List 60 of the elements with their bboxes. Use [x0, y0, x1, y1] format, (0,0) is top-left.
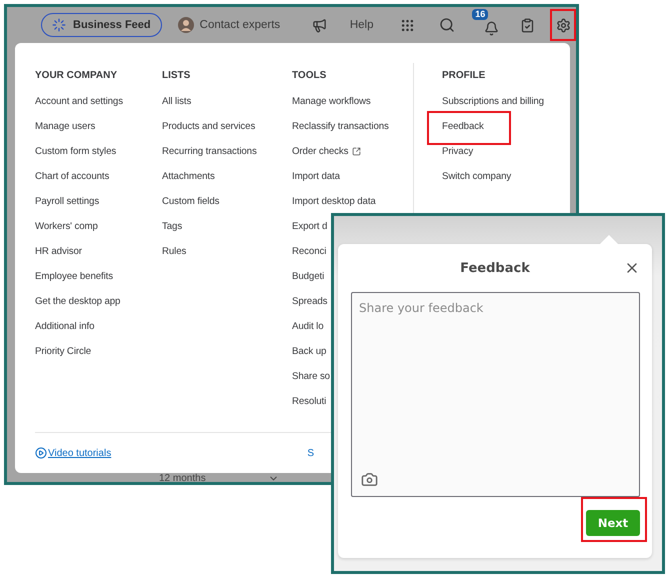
menu-item[interactable]: Spreads: [292, 289, 328, 314]
bell-icon: [484, 20, 499, 36]
menu-item[interactable]: Workers' comp: [35, 214, 98, 239]
menu-item[interactable]: Chart of accounts: [35, 164, 110, 189]
settings-icon: [556, 18, 571, 32]
footer-link[interactable]: S: [307, 448, 314, 458]
period-dropdown[interactable]: 12 months: [159, 473, 206, 484]
menu-item[interactable]: Products and services: [162, 114, 256, 139]
menu-item[interactable]: Resoluti: [292, 389, 326, 414]
notifications-button[interactable]: 16: [474, 10, 500, 40]
menu-item[interactable]: Get the desktop app: [35, 289, 120, 314]
menu-item[interactable]: Import data: [292, 164, 340, 189]
apps-grid-icon: [400, 18, 415, 32]
menu-item[interactable]: Recurring transactions: [162, 139, 257, 164]
search-icon: [439, 17, 456, 33]
contact-experts-button[interactable]: Contact experts: [176, 15, 282, 35]
menu-heading: LISTS: [162, 69, 192, 83]
starburst-icon: [52, 18, 66, 32]
menu-item[interactable]: Manage workflows: [292, 89, 371, 114]
menu-item[interactable]: Switch company: [442, 164, 512, 189]
menu-heading: TOOLS: [292, 69, 328, 83]
menu-item[interactable]: Order checks: [292, 139, 362, 164]
menu-item[interactable]: Export d: [292, 214, 328, 239]
business-feed-button[interactable]: Business Feed: [41, 13, 162, 37]
menu-item[interactable]: Additional info: [35, 314, 94, 339]
menu-item[interactable]: Priority Circle: [35, 339, 92, 364]
menu-item[interactable]: HR advisor: [35, 239, 82, 264]
dialog-title: Feedback: [460, 260, 530, 276]
menu-item[interactable]: Custom fields: [162, 189, 220, 214]
menu-heading: PROFILE: [442, 69, 486, 83]
menu-item[interactable]: Attachments: [162, 164, 215, 189]
menu-item[interactable]: Budgeti: [292, 264, 324, 289]
menu-item[interactable]: Manage users: [35, 114, 96, 139]
help-button[interactable]: Help: [346, 10, 372, 40]
menu-item[interactable]: Rules: [162, 239, 186, 264]
menu-item[interactable]: Reconci: [292, 239, 326, 264]
menu-item[interactable]: Reclassify transactions: [292, 114, 389, 139]
menu-item[interactable]: Payroll settings: [35, 189, 100, 214]
play-icon: [35, 447, 47, 459]
menu-item[interactable]: Audit lo: [292, 314, 324, 339]
notification-count: 16: [472, 9, 488, 20]
feedback-field[interactable]: Share your feedback: [351, 292, 640, 497]
menu-heading: YOUR COMPANY: [35, 69, 118, 83]
menu-item[interactable]: Tags: [162, 214, 182, 239]
menu-item[interactable]: Back up: [292, 339, 326, 364]
megaphone-icon: [312, 18, 327, 32]
menu-item[interactable]: Employee benefits: [35, 264, 113, 289]
menu-item[interactable]: Import desktop data: [292, 189, 376, 214]
menu-item[interactable]: Share so: [292, 364, 330, 389]
camera-icon[interactable]: [361, 471, 378, 488]
menu-item[interactable]: All lists: [162, 89, 192, 114]
menu-item[interactable]: Feedback: [427, 111, 511, 145]
clipboard-icon: [520, 18, 535, 32]
menu-item[interactable]: Account and settings: [35, 89, 123, 114]
video-tutorials-link[interactable]: Video tutorials: [35, 447, 112, 459]
settings-button[interactable]: [550, 9, 576, 41]
menu-item[interactable]: Subscriptions and billing: [442, 89, 544, 114]
avatar-icon: [178, 17, 194, 33]
external-link-icon: [352, 147, 362, 156]
menu-item[interactable]: Custom form styles: [35, 139, 116, 164]
